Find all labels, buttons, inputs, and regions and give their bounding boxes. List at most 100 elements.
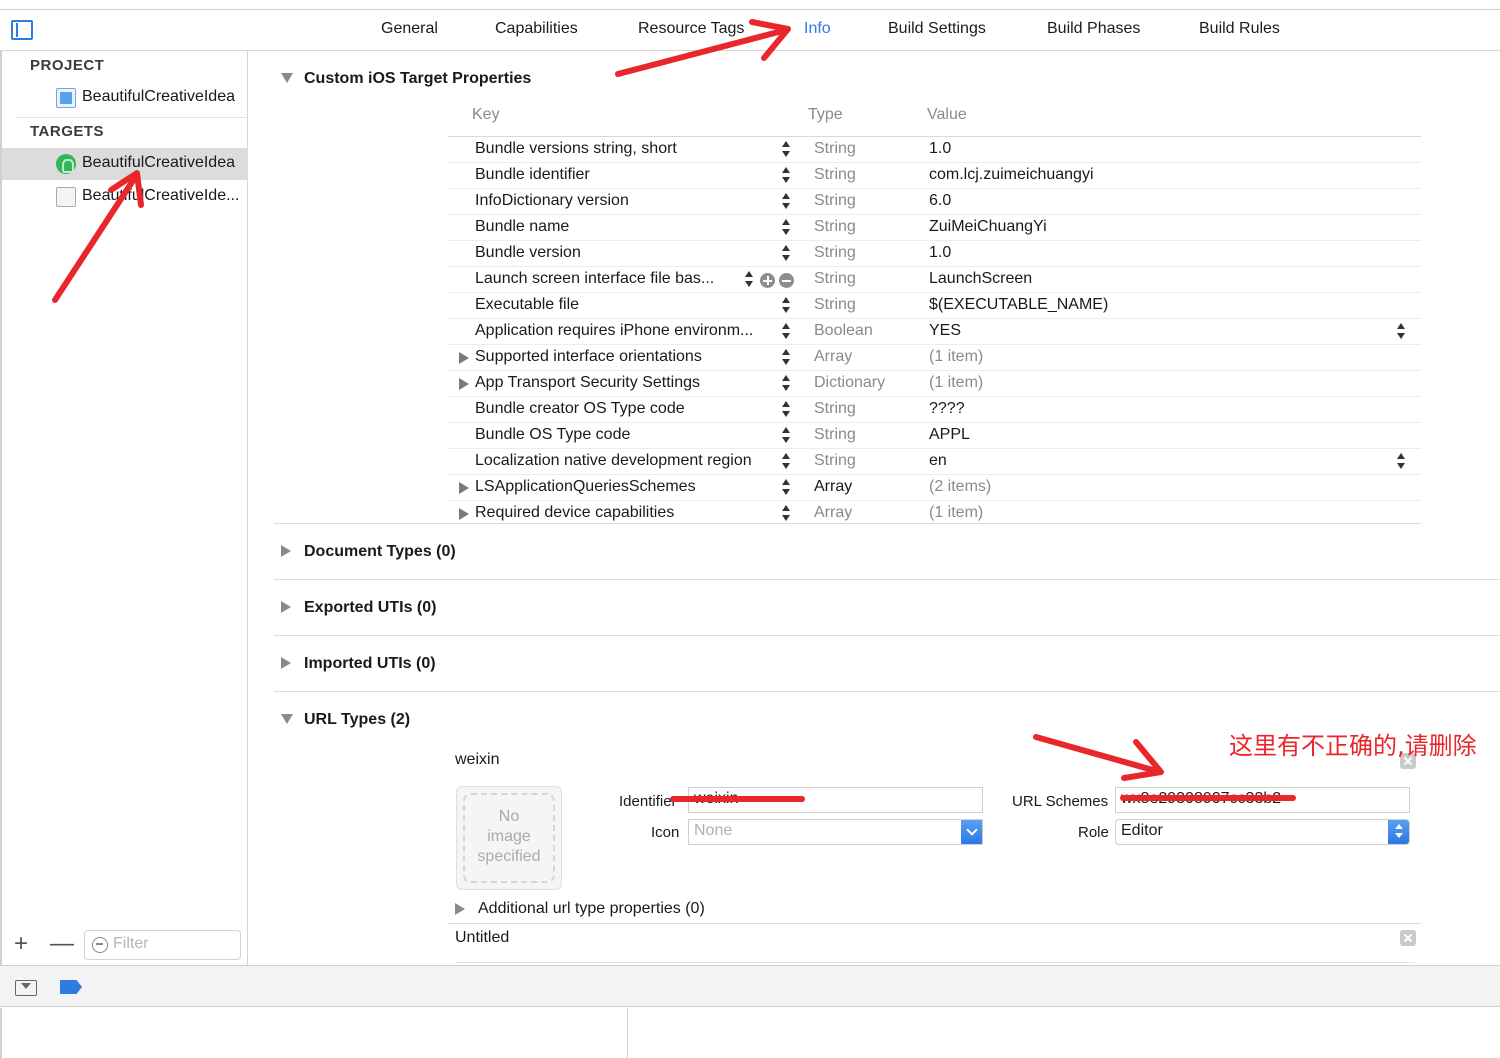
- value-stepper-icon[interactable]: [1396, 452, 1406, 472]
- disclosure-triangle-expanded[interactable]: [281, 73, 293, 83]
- table-row[interactable]: LSApplicationQueriesSchemes Array (2 ite…: [448, 475, 1421, 501]
- sidebar-item-target-app[interactable]: BeautifulCreativeIdea: [2, 148, 248, 180]
- key-stepper-icon[interactable]: [781, 166, 791, 186]
- row-value[interactable]: 1.0: [929, 244, 951, 262]
- expand-row-icon[interactable]: [459, 352, 469, 364]
- key-stepper-icon[interactable]: [781, 452, 791, 472]
- expand-row-icon[interactable]: [459, 508, 469, 520]
- key-stepper-icon[interactable]: [781, 504, 791, 524]
- sidebar-item-target-tests[interactable]: BeautifulCreativeIde...: [2, 181, 248, 213]
- table-row[interactable]: Bundle version String 1.0: [448, 241, 1421, 267]
- key-stepper-icon[interactable]: [781, 218, 791, 238]
- row-value[interactable]: ????: [929, 400, 965, 418]
- row-type[interactable]: String: [814, 296, 856, 314]
- section-title-url-types[interactable]: URL Types (2): [304, 711, 410, 729]
- section-title-imported-utis[interactable]: Imported UTIs (0): [304, 655, 436, 673]
- chevron-down-icon[interactable]: [961, 820, 982, 844]
- tab-build-phases[interactable]: Build Phases: [1047, 20, 1140, 38]
- key-stepper-icon[interactable]: [781, 140, 791, 160]
- row-value[interactable]: 1.0: [929, 140, 951, 158]
- row-type[interactable]: Array: [814, 348, 852, 366]
- row-type[interactable]: String: [814, 426, 856, 444]
- remove-row-icon[interactable]: [779, 273, 794, 288]
- key-stepper-icon[interactable]: [781, 322, 791, 342]
- row-type[interactable]: String: [814, 244, 856, 262]
- row-type[interactable]: String: [814, 166, 856, 184]
- table-row[interactable]: Bundle OS Type code String APPL: [448, 423, 1421, 449]
- key-stepper-icon[interactable]: [781, 192, 791, 212]
- tab-general[interactable]: General: [381, 20, 438, 38]
- expand-row-icon[interactable]: [459, 482, 469, 494]
- disclosure-triangle-collapsed[interactable]: [281, 545, 291, 557]
- remove-url-type-icon[interactable]: [1400, 930, 1416, 946]
- row-type[interactable]: Dictionary: [814, 374, 885, 392]
- value-stepper-icon[interactable]: [1396, 322, 1406, 342]
- key-stepper-icon[interactable]: [781, 296, 791, 316]
- disclosure-triangle-collapsed[interactable]: [455, 903, 465, 915]
- sidebar-toggle-icon[interactable]: [11, 20, 33, 40]
- table-row[interactable]: Launch screen interface file bas... Stri…: [448, 267, 1421, 293]
- row-type[interactable]: String: [814, 140, 856, 158]
- row-value[interactable]: com.lcj.zuimeichuangyi: [929, 166, 1094, 184]
- row-type[interactable]: String: [814, 192, 856, 210]
- filter-input[interactable]: [113, 935, 233, 953]
- tab-resource-tags[interactable]: Resource Tags: [638, 20, 744, 38]
- table-row[interactable]: App Transport Security Settings Dictiona…: [448, 371, 1421, 397]
- row-value[interactable]: LaunchScreen: [929, 270, 1032, 288]
- role-popup[interactable]: Editor: [1115, 819, 1410, 845]
- add-row-icon[interactable]: [760, 273, 775, 288]
- row-value[interactable]: ZuiMeiChuangYi: [929, 218, 1047, 236]
- row-type[interactable]: Array: [814, 478, 852, 496]
- key-stepper-icon[interactable]: [744, 270, 754, 290]
- filter-field[interactable]: [84, 930, 241, 960]
- additional-properties-label[interactable]: Additional url type properties (0): [478, 900, 705, 918]
- column-header-value[interactable]: Value: [927, 106, 967, 124]
- key-stepper-icon[interactable]: [781, 400, 791, 420]
- table-row[interactable]: Localization native development region S…: [448, 449, 1421, 475]
- disclosure-triangle-collapsed[interactable]: [281, 601, 291, 613]
- row-value[interactable]: YES: [929, 322, 961, 340]
- console-divider[interactable]: [627, 1008, 628, 1058]
- row-type[interactable]: String: [814, 270, 856, 288]
- table-row[interactable]: Bundle creator OS Type code String ????: [448, 397, 1421, 423]
- key-stepper-icon[interactable]: [781, 348, 791, 368]
- table-row[interactable]: Bundle name String ZuiMeiChuangYi: [448, 215, 1421, 241]
- row-type[interactable]: Boolean: [814, 322, 873, 340]
- table-row[interactable]: Application requires iPhone environm... …: [448, 319, 1421, 345]
- column-header-key[interactable]: Key: [472, 106, 500, 124]
- section-title-exported-utis[interactable]: Exported UTIs (0): [304, 599, 436, 617]
- url-type-icon-well[interactable]: No image specified: [456, 786, 562, 890]
- table-row[interactable]: Supported interface orientations Array (…: [448, 345, 1421, 371]
- table-row[interactable]: InfoDictionary version String 6.0: [448, 189, 1421, 215]
- row-value[interactable]: 6.0: [929, 192, 951, 210]
- sidebar-item-project[interactable]: BeautifulCreativeIdea: [2, 82, 248, 114]
- row-value[interactable]: en: [929, 452, 947, 470]
- section-title-document-types[interactable]: Document Types (0): [304, 543, 456, 561]
- table-row[interactable]: Executable file String $(EXECUTABLE_NAME…: [448, 293, 1421, 319]
- remove-target-button[interactable]: —: [50, 930, 74, 958]
- row-type[interactable]: String: [814, 218, 856, 236]
- tab-build-settings[interactable]: Build Settings: [888, 20, 986, 38]
- tab-capabilities[interactable]: Capabilities: [495, 20, 578, 38]
- disclosure-triangle-expanded[interactable]: [281, 714, 293, 724]
- row-type[interactable]: String: [814, 400, 856, 418]
- table-row[interactable]: Bundle identifier String com.lcj.zuimeic…: [448, 163, 1421, 189]
- row-type[interactable]: Array: [814, 504, 852, 522]
- breakpoint-icon[interactable]: [60, 980, 82, 994]
- up-down-arrows-icon[interactable]: [1388, 820, 1409, 844]
- key-stepper-icon[interactable]: [781, 374, 791, 394]
- icon-popup[interactable]: None: [688, 819, 983, 845]
- key-stepper-icon[interactable]: [781, 478, 791, 498]
- row-value[interactable]: APPL: [929, 426, 970, 444]
- key-stepper-icon[interactable]: [781, 244, 791, 264]
- hide-debug-area-icon[interactable]: [15, 980, 37, 996]
- column-header-type[interactable]: Type: [808, 106, 843, 124]
- row-type[interactable]: String: [814, 452, 856, 470]
- tab-build-rules[interactable]: Build Rules: [1199, 20, 1280, 38]
- table-row[interactable]: Bundle versions string, short String 1.0: [448, 137, 1421, 163]
- tab-info[interactable]: Info: [804, 20, 831, 38]
- add-target-button[interactable]: +: [14, 930, 28, 958]
- expand-row-icon[interactable]: [459, 378, 469, 390]
- key-stepper-icon[interactable]: [781, 426, 791, 446]
- row-value[interactable]: $(EXECUTABLE_NAME): [929, 296, 1108, 314]
